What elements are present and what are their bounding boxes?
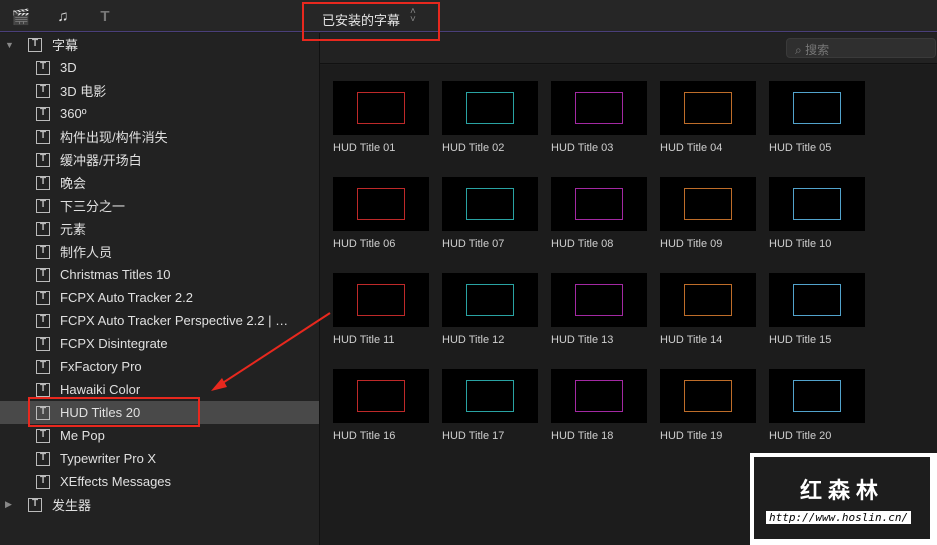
watermark-name: 红森林 <box>799 478 884 503</box>
watermark-url: http://www.hoslin.cn/ <box>766 511 912 524</box>
watermark: 红森林 http://www.hoslin.cn/ <box>750 453 937 545</box>
